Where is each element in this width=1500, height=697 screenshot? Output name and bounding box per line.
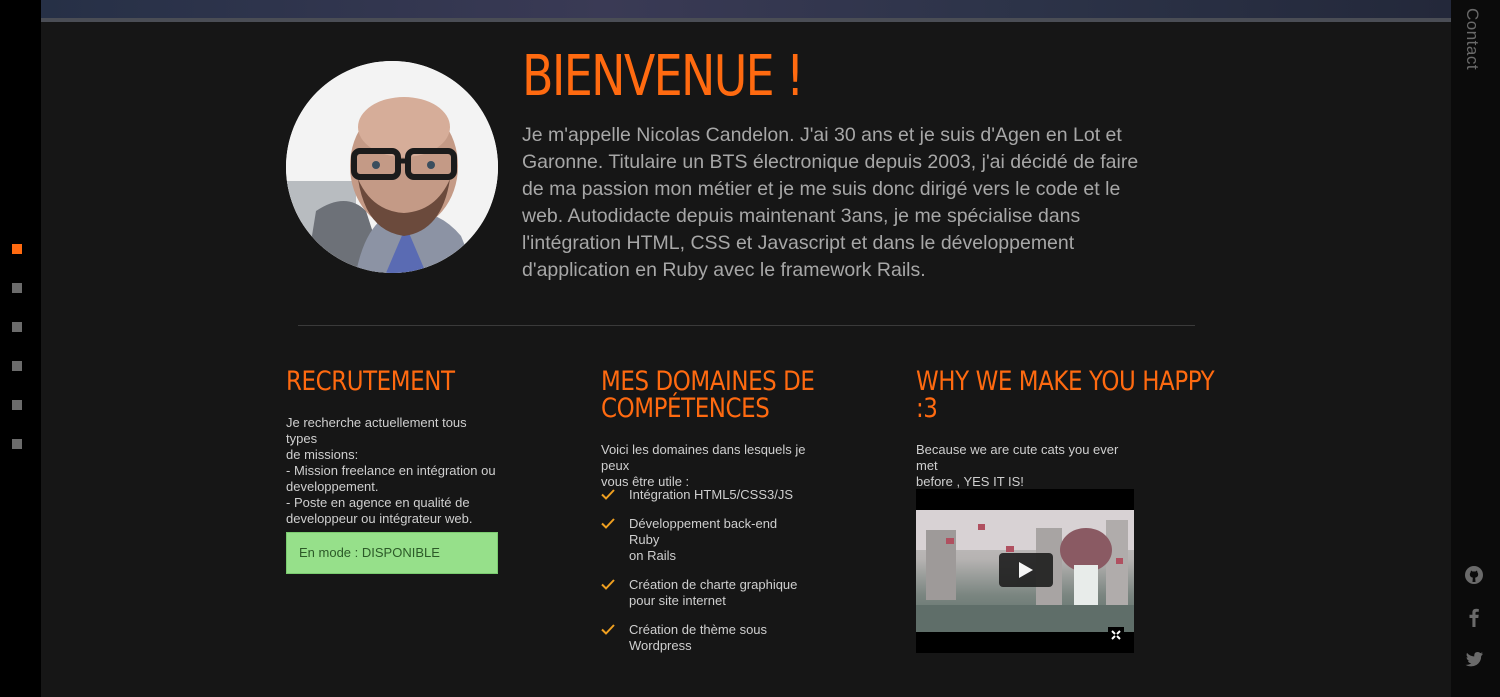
- recrutement-line: de missions:: [286, 447, 359, 462]
- section-nav-dot-6[interactable]: [12, 439, 22, 449]
- section-divider: [298, 325, 1195, 326]
- section-nav-dot-1[interactable]: [12, 244, 22, 254]
- skill-label: Intégration HTML5/CSS3/JS: [629, 487, 794, 502]
- recrutement-line: developpeur ou intégrateur web.: [286, 511, 473, 526]
- github-icon[interactable]: [1464, 565, 1484, 585]
- happy-text-line: Because we are cute cats you ever met: [916, 442, 1119, 473]
- skill-label: on Rails: [629, 548, 676, 563]
- competences-title: MES DOMAINES DE COMPÉTENCES: [601, 368, 815, 422]
- fullscreen-icon[interactable]: [1108, 627, 1124, 643]
- intro-paragraph: Je m'appelle Nicolas Candelon. J'ai 30 a…: [522, 124, 1139, 281]
- happy-title: WHY WE MAKE YOU HAPPY :3: [916, 366, 1215, 424]
- section-nav: [12, 244, 22, 478]
- contact-tab-label: Contact: [1463, 8, 1482, 71]
- twitter-icon[interactable]: [1464, 649, 1484, 669]
- facebook-icon[interactable]: [1464, 607, 1484, 627]
- check-icon: [601, 624, 615, 635]
- skill-label: Création de thème sous: [629, 622, 768, 637]
- recrutement-line: developpement.: [286, 479, 379, 494]
- competences-intro-line: Voici les domaines dans lesquels je peux: [601, 442, 806, 473]
- competences-title-line: COMPÉTENCES: [601, 393, 770, 424]
- skill-item: Intégration HTML5/CSS3/JS: [601, 487, 811, 503]
- contact-tab[interactable]: Contact: [1462, 8, 1486, 88]
- happy-title-line: WHY WE MAKE YOU HAPPY: [916, 366, 1215, 397]
- happy-text-line: before , YES IT IS!: [916, 474, 1024, 489]
- header-image-strip: [41, 0, 1451, 18]
- skills-list: Intégration HTML5/CSS3/JS Développement …: [601, 487, 811, 667]
- happy-text: Because we are cute cats you ever met be…: [916, 442, 1136, 490]
- section-nav-dot-4[interactable]: [12, 361, 22, 371]
- skill-item: Développement back-end Ruby on Rails: [601, 516, 811, 564]
- skill-label: Création de charte graphique: [629, 577, 798, 592]
- check-icon: [601, 518, 615, 529]
- skill-label: Développement back-end Ruby: [629, 516, 778, 547]
- skill-label: pour site internet: [629, 593, 726, 608]
- competences-intro: Voici les domaines dans lesquels je peux…: [601, 442, 821, 490]
- section-nav-dot-5[interactable]: [12, 400, 22, 410]
- recrutement-title: RECRUTEMENT: [286, 366, 455, 397]
- check-icon: [601, 489, 615, 500]
- play-button[interactable]: [999, 553, 1053, 587]
- social-links: [1462, 565, 1486, 691]
- recrutement-line: Je recherche actuellement tous types: [286, 415, 467, 446]
- recrutement-line: - Poste en agence en qualité de: [286, 495, 470, 510]
- section-nav-dot-2[interactable]: [12, 283, 22, 293]
- video-player[interactable]: [916, 489, 1134, 653]
- skill-item: Création de charte graphique pour site i…: [601, 577, 811, 609]
- recrutement-line: - Mission freelance en intégration ou: [286, 463, 496, 478]
- happy-title-line: :3: [916, 393, 938, 424]
- section-nav-dot-3[interactable]: [12, 322, 22, 332]
- profile-photo: [286, 61, 498, 273]
- page-title: BIENVENUE !: [522, 44, 804, 109]
- recrutement-text: Je recherche actuellement tous types de …: [286, 415, 501, 527]
- check-icon: [601, 579, 615, 590]
- availability-status-badge: En mode : DISPONIBLE: [286, 532, 498, 574]
- skill-item: Création de thème sous Wordpress: [601, 622, 811, 654]
- header-border: [41, 18, 1451, 22]
- skill-label: Wordpress: [629, 638, 692, 653]
